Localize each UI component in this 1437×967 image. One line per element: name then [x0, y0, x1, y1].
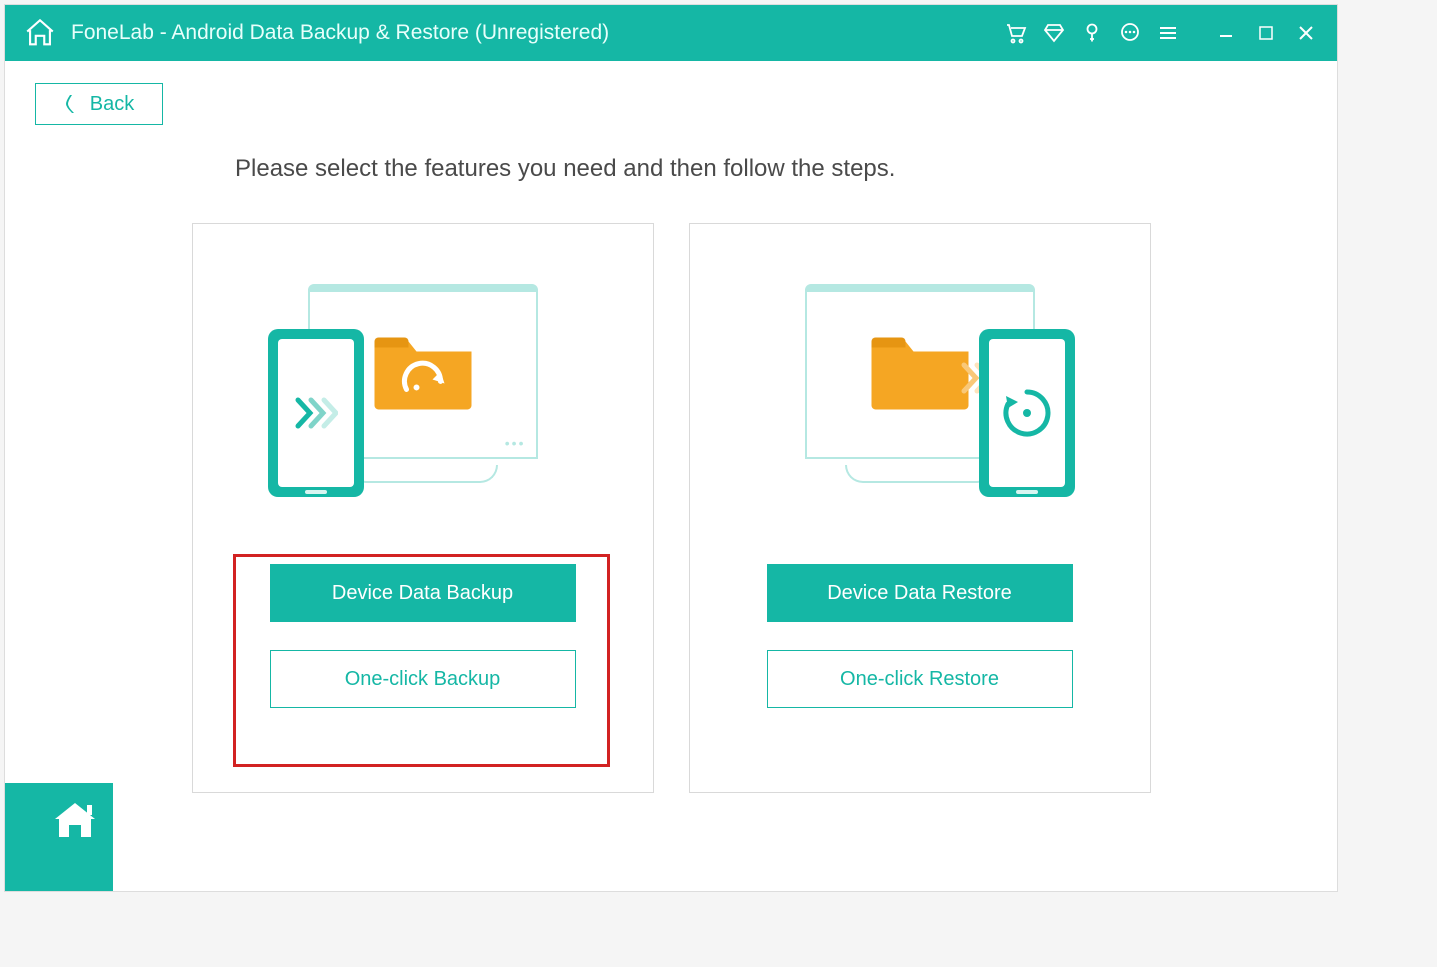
restore-illustration: [765, 284, 1075, 514]
titlebar: FoneLab - Android Data Backup & Restore …: [5, 5, 1337, 61]
one-click-restore-button[interactable]: One-click Restore: [767, 650, 1073, 708]
backup-illustration: •••: [268, 284, 578, 514]
one-click-backup-button[interactable]: One-click Backup: [270, 650, 576, 708]
home-icon[interactable]: [23, 16, 57, 50]
maximize-button[interactable]: [1253, 20, 1279, 46]
restore-card: Device Data Restore One-click Restore: [689, 223, 1151, 793]
restore-circular-icon: [996, 382, 1058, 444]
back-arrow-icon: [64, 93, 78, 115]
main-content: Please select the features you need and …: [5, 155, 1337, 793]
window-controls: [1213, 20, 1319, 46]
close-button[interactable]: [1293, 20, 1319, 46]
feature-cards: •••: [45, 223, 1297, 793]
backup-card: •••: [192, 223, 654, 793]
device-data-restore-button[interactable]: Device Data Restore: [767, 564, 1073, 622]
folder-backup-icon: [370, 327, 475, 409]
corner-home-button[interactable]: [5, 783, 113, 891]
diamond-icon[interactable]: [1041, 20, 1067, 46]
chat-icon[interactable]: [1117, 20, 1143, 46]
titlebar-toolbar: [1003, 20, 1319, 46]
minimize-button[interactable]: [1213, 20, 1239, 46]
cart-icon[interactable]: [1003, 20, 1029, 46]
app-title: FoneLab - Android Data Backup & Restore …: [71, 21, 1003, 45]
back-button[interactable]: Back: [35, 83, 163, 125]
menu-icon[interactable]: [1155, 20, 1181, 46]
key-icon[interactable]: [1079, 20, 1105, 46]
home-icon: [51, 797, 99, 845]
app-window: FoneLab - Android Data Backup & Restore …: [4, 4, 1338, 892]
back-button-label: Back: [90, 93, 134, 116]
device-data-backup-button[interactable]: Device Data Backup: [270, 564, 576, 622]
instruction-text: Please select the features you need and …: [235, 155, 1297, 183]
chevrons-right-icon: [294, 396, 338, 430]
